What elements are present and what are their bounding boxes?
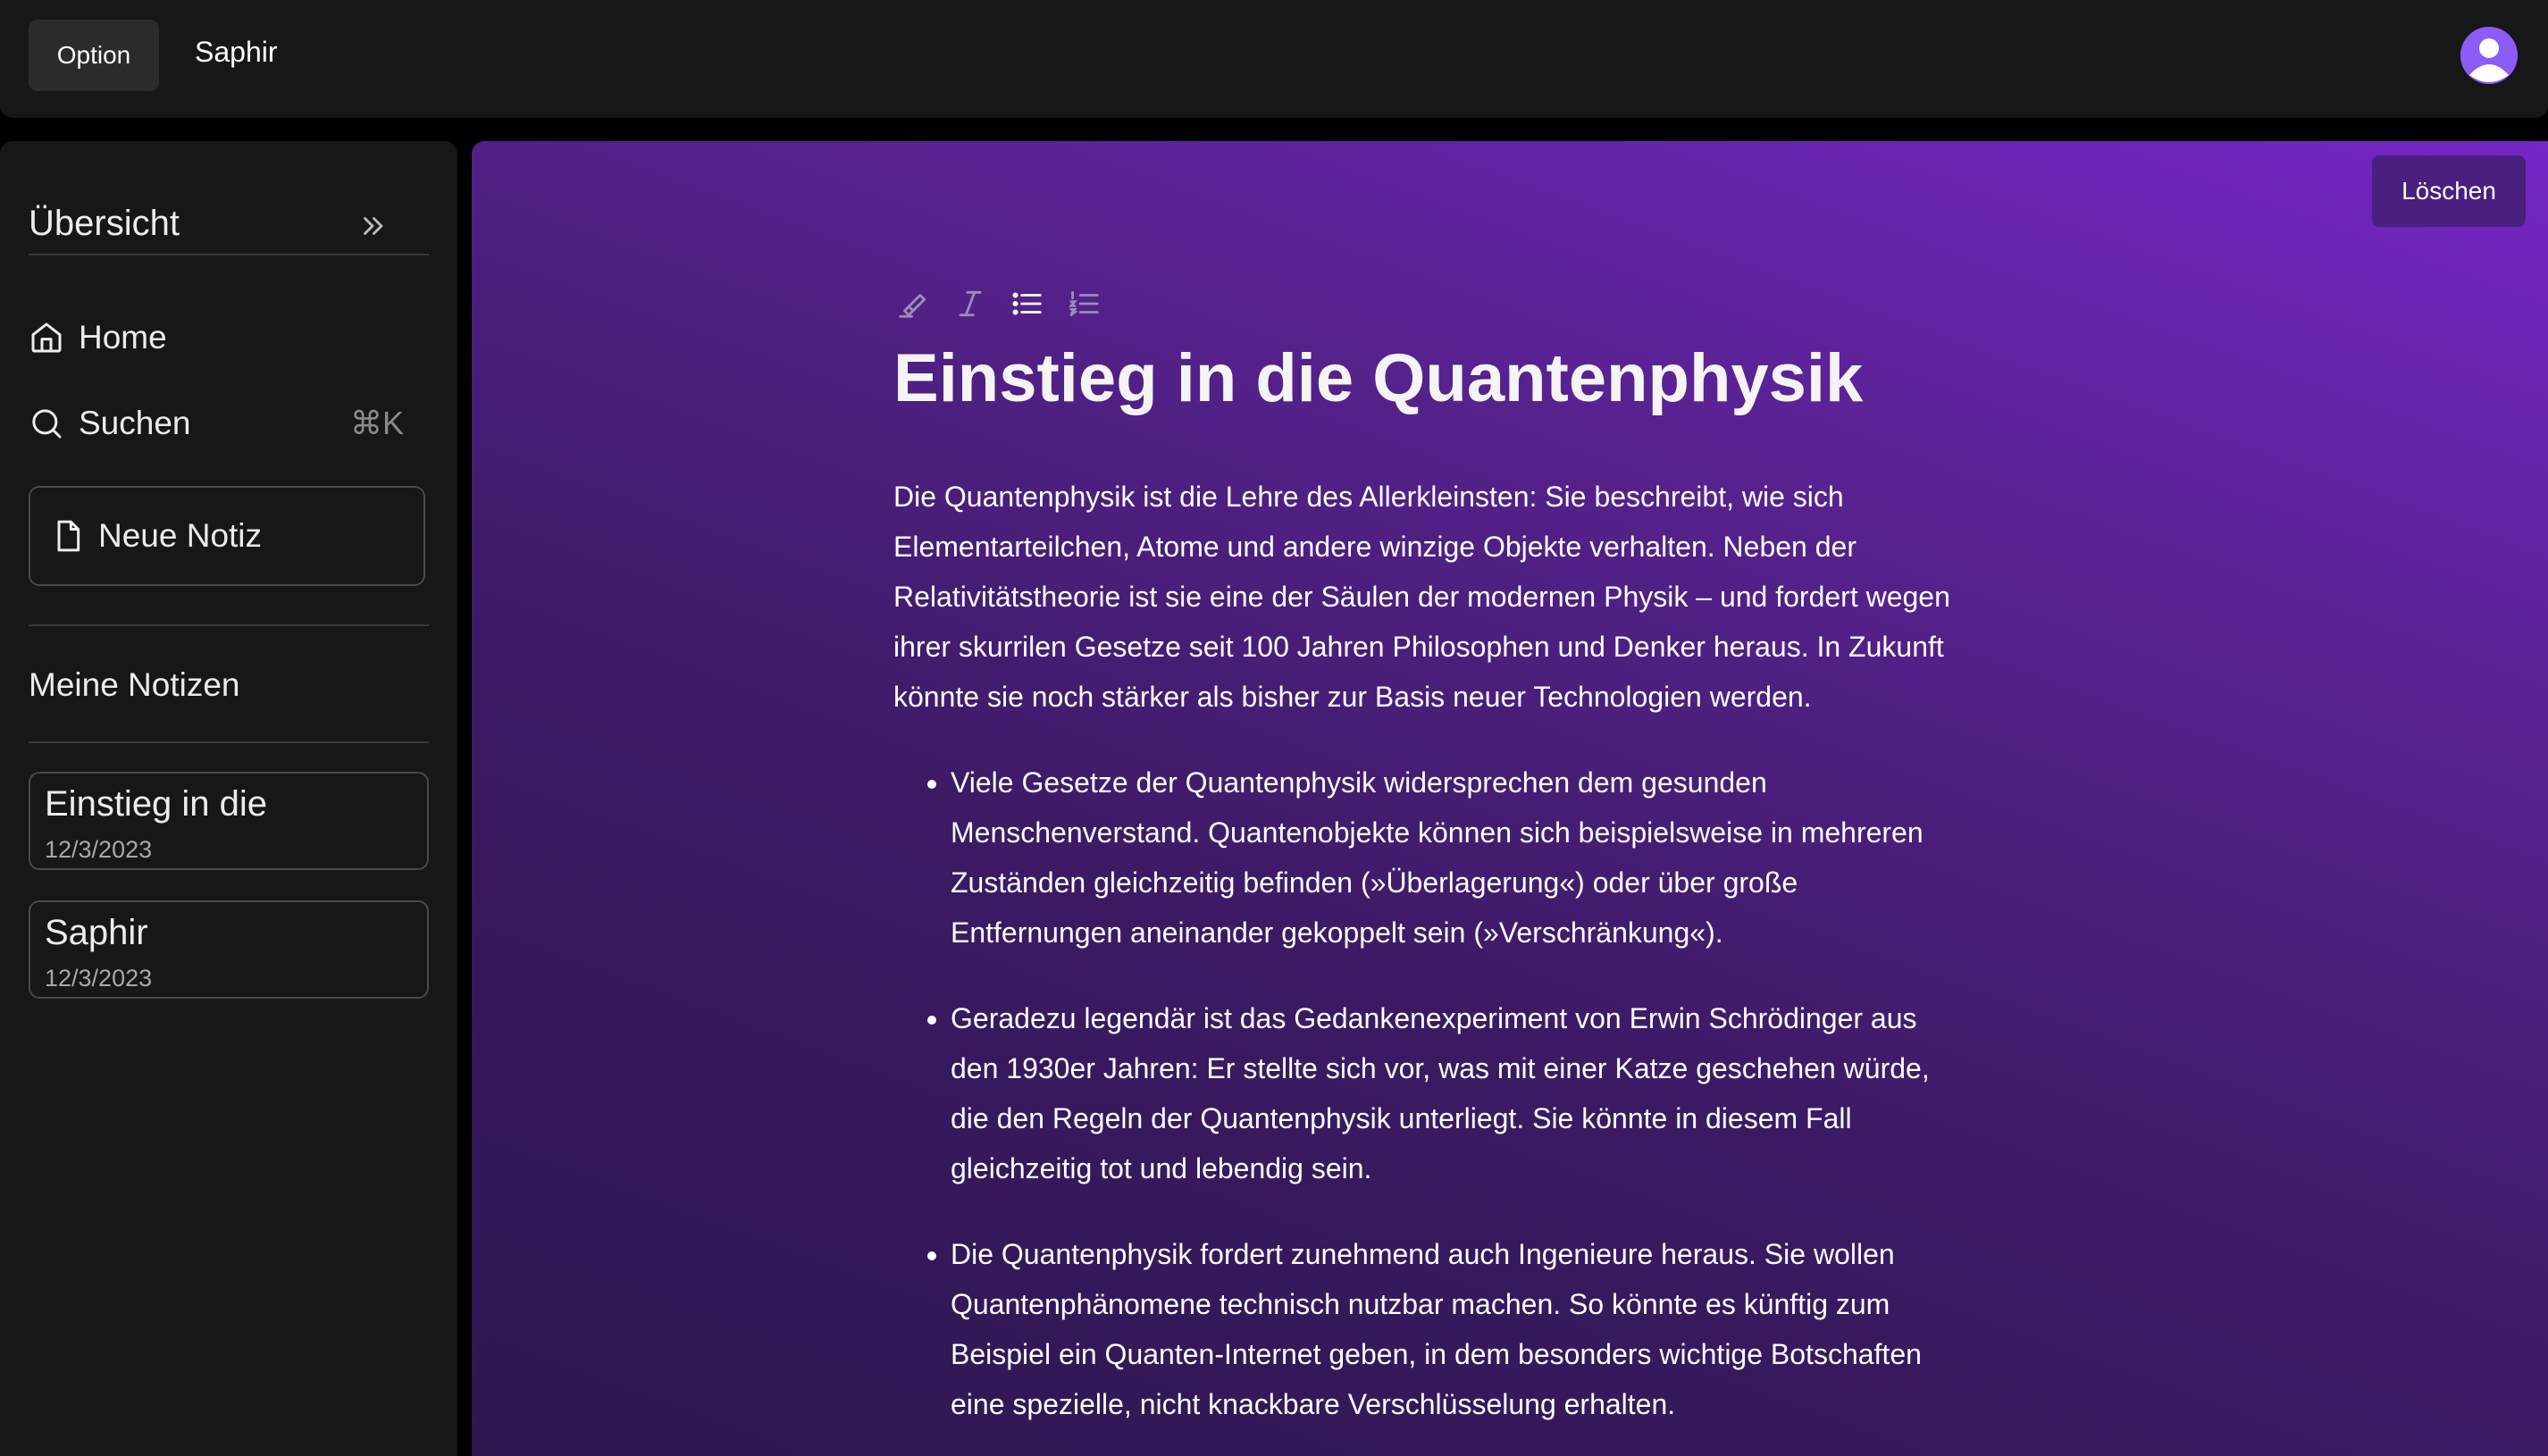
sidebar-title: Übersicht [29,204,180,243]
sidebar-item-label: Home [79,319,167,356]
search-shortcut: ⌘K [349,405,404,441]
search-icon [32,409,62,439]
divider [29,741,429,743]
note-date: 12/3/2023 [45,836,153,863]
list-item: Viele Gesetze der Quantenphysik widerspr… [951,757,1957,958]
document-paragraph: Die Quantenphysik ist die Lehre des Alle… [893,481,1950,713]
note-title: Saphir [45,913,148,952]
numbered-list-icon[interactable] [1065,284,1104,323]
divider [29,624,429,626]
document-title[interactable]: Einstieg in die Quantenphysik [893,339,1965,417]
sidebar-item-search[interactable]: Suchen ⌘K [29,397,404,450]
list-item: Geradezu legendär ist das Gedankenexperi… [951,993,1957,1193]
formatting-toolbar [893,284,1104,323]
chevrons-right-icon[interactable] [357,211,388,241]
bullet-list-icon[interactable] [1008,284,1047,323]
app-title: Saphir [195,36,278,68]
sidebar: Übersicht Home Suchen ⌘K Neue Notiz Mein… [0,141,457,1456]
document-body[interactable]: Die Quantenphysik ist die Lehre des Alle… [893,472,1957,1456]
list-item: Die Quantenphysik fordert zunehmend auch… [951,1229,1957,1429]
new-note-label: Neue Notiz [98,517,263,554]
italic-icon[interactable] [951,284,990,323]
bullet-list: Viele Gesetze der Quantenphysik widerspr… [893,757,1957,1429]
file-icon [57,520,80,552]
top-bar: Option Saphir [0,0,2548,118]
delete-button[interactable]: Löschen [2372,155,2526,227]
note-list-item[interactable]: Saphir 12/3/2023 [29,900,429,999]
note-date: 12/3/2023 [45,965,153,992]
note-title: Einstieg in die [45,784,268,824]
option-button[interactable]: Option [29,20,159,91]
note-list-item[interactable]: Einstieg in die 12/3/2023 [29,772,429,870]
sidebar-item-home[interactable]: Home [29,311,404,364]
highlighter-icon[interactable] [893,284,933,323]
editor-panel: Löschen Einstieg in die Quantenphysik Di… [472,141,2548,1456]
new-note-button[interactable]: Neue Notiz [29,486,425,586]
sidebar-item-label: Suchen [79,405,191,441]
user-avatar-icon[interactable] [2460,27,2518,84]
my-notes-heading: Meine Notizen [29,666,240,703]
sidebar-header: Übersicht [29,204,429,255]
home-icon [31,322,62,353]
